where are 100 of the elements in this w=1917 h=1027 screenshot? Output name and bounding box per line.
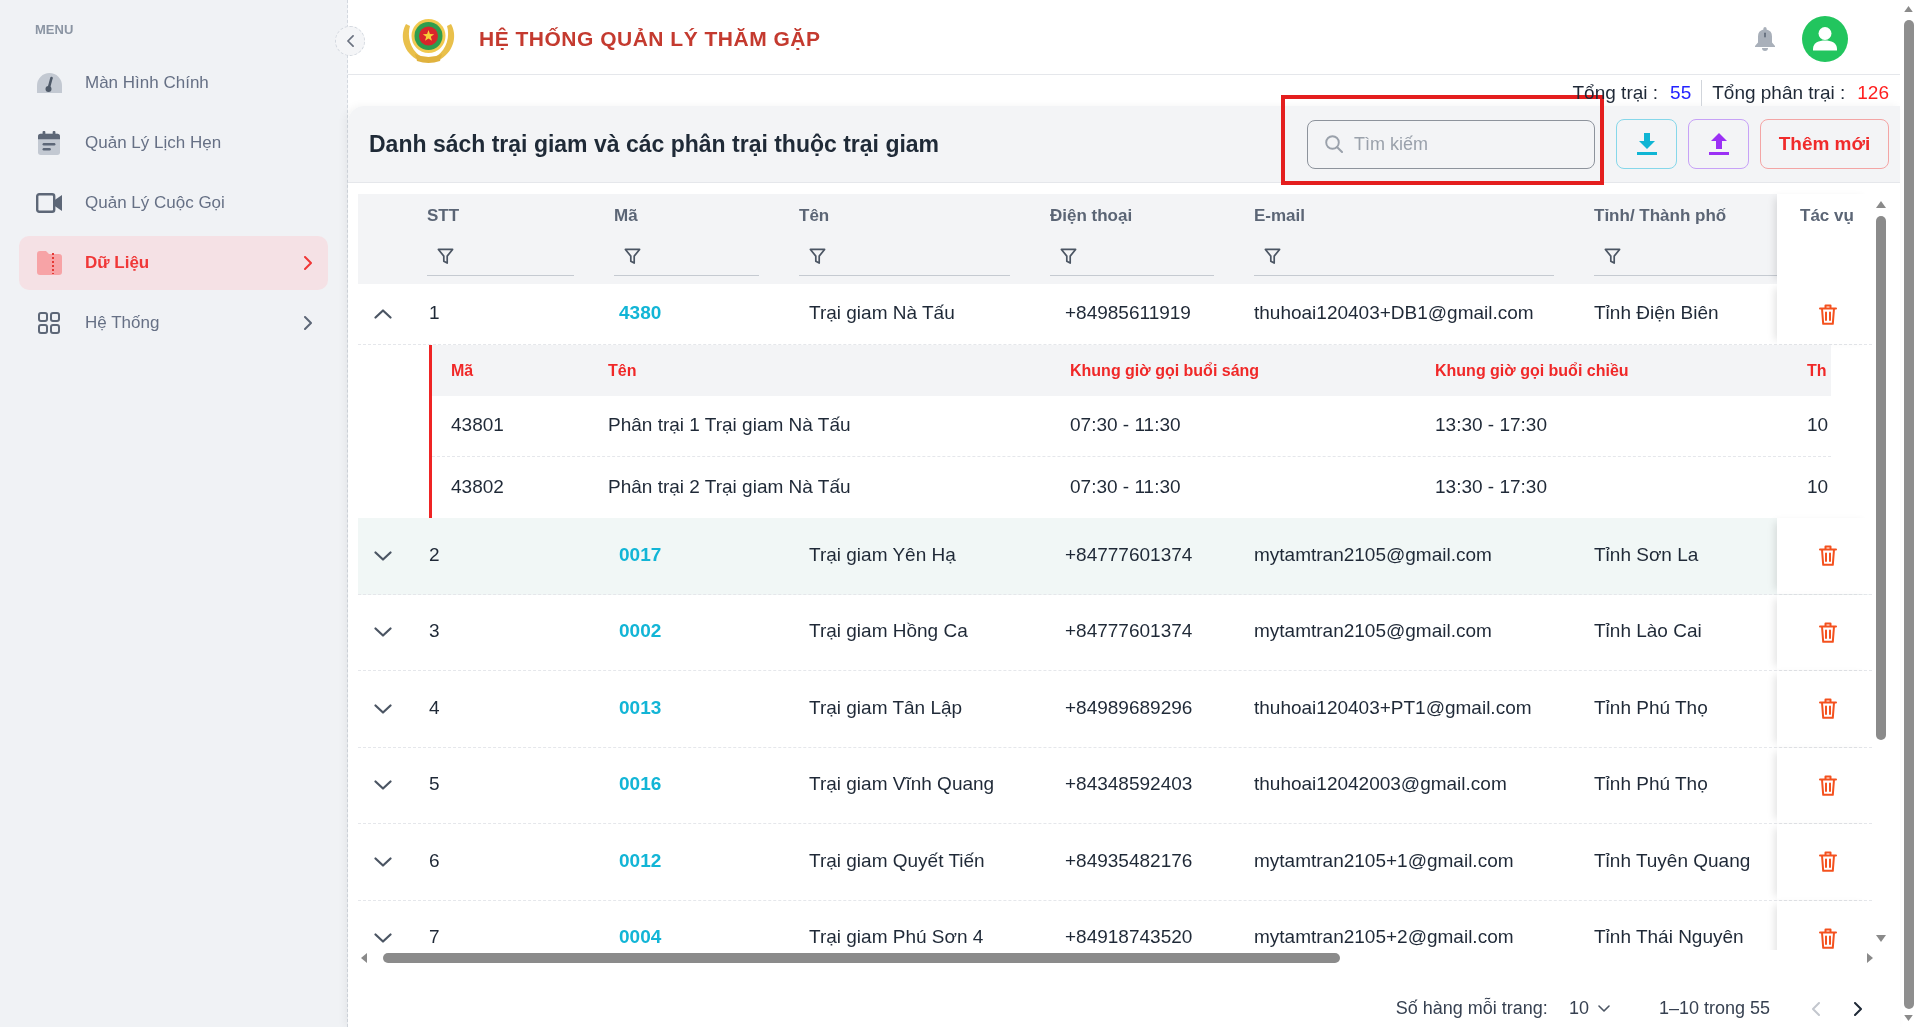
table-cell: Tỉnh Phú Thọ	[1594, 696, 1708, 718]
code-link[interactable]: 0002	[619, 620, 662, 642]
chevron-down-icon[interactable]	[374, 627, 392, 638]
table-cell: Tỉnh Sơn La	[1594, 543, 1699, 565]
sidebar-item[interactable]: Màn Hình Chính	[19, 56, 328, 110]
search-field[interactable]: Tìm kiếm	[1307, 119, 1595, 169]
download-icon	[1636, 133, 1657, 155]
code-link[interactable]: 0004	[619, 926, 662, 948]
sidebar-item[interactable]: Quản Lý Cuộc Gọi	[19, 176, 328, 230]
chevron-down-icon[interactable]	[374, 703, 392, 714]
table-cell: 13:30 - 17:30	[1435, 414, 1547, 435]
column-header: Tỉnh/ Thành phố	[1594, 206, 1727, 226]
grid-icon	[38, 312, 60, 334]
table-cell: thuhoai120403+PT1@gmail.com	[1254, 696, 1532, 718]
column-header: Tên	[799, 206, 830, 226]
sidebar-item[interactable]: Quản Lý Lịch Hẹn	[19, 116, 328, 170]
table-cell: 1	[429, 302, 440, 323]
chevron-left-icon	[346, 35, 354, 47]
table-cell: +84777601374	[1065, 620, 1193, 642]
upload-button[interactable]	[1688, 119, 1749, 169]
scroll-down-icon[interactable]	[1876, 935, 1886, 942]
trash-icon[interactable]	[1819, 927, 1837, 949]
table-cell: Trại giam Phú Sơn 4	[809, 926, 984, 948]
table-cell: 3	[429, 620, 440, 642]
upload-icon	[1708, 133, 1729, 155]
table-cell: 6	[429, 849, 440, 871]
table-cell: 2	[429, 543, 440, 565]
scrollbar-thumb[interactable]	[383, 953, 1340, 963]
table-cell: +84348592403	[1065, 773, 1193, 795]
table-cell: +84918743520	[1065, 926, 1193, 948]
table-cell: Trại giam Vĩnh Quang	[809, 773, 995, 795]
table-cell: 13:30 - 17:30	[1435, 475, 1547, 497]
table-cell: Phân trại 2 Trại giam Nà Tấu	[608, 475, 851, 497]
gauge-icon	[36, 73, 62, 93]
sidebar-heading: MENU	[35, 22, 74, 38]
search-icon	[1325, 134, 1343, 153]
code-link[interactable]: 0017	[619, 543, 662, 565]
trash-icon[interactable]	[1819, 545, 1837, 567]
total-value: 126	[1857, 80, 1889, 105]
scroll-down-icon[interactable]	[1904, 1015, 1913, 1021]
sidebar-item[interactable]: Dữ Liệu	[19, 236, 328, 290]
column-header: Khung giờ gọi buổi sáng	[1070, 361, 1260, 379]
page-range: 1–10 trong 55	[1658, 997, 1770, 1020]
table-cell: mytamtran2105@gmail.com	[1254, 543, 1492, 565]
table-cell: Trại giam Quyết Tiến	[809, 849, 985, 871]
column-header: Điện thoại	[1050, 206, 1133, 226]
table-cell: 5	[429, 773, 440, 795]
scrollbar-thumb[interactable]	[1876, 216, 1886, 740]
table-cell: Phân trại 1 Trại giam Nà Tấu	[608, 414, 851, 435]
chevron-down-icon[interactable]	[374, 550, 392, 561]
trash-icon[interactable]	[1819, 621, 1837, 643]
scroll-up-icon[interactable]	[1904, 6, 1913, 12]
table-cell: thuhoai120403+DB1@gmail.com	[1254, 302, 1534, 323]
bell-icon[interactable]	[1755, 26, 1775, 51]
table-cell: 07:30 - 11:30	[1070, 475, 1181, 497]
video-camera-icon	[36, 193, 62, 213]
table-cell: thuhoai12042003@gmail.com	[1254, 773, 1507, 795]
column-header: Tên	[608, 361, 637, 379]
add-button[interactable]: Thêm mới	[1760, 119, 1889, 169]
table-cell: 4	[429, 696, 440, 718]
chevron-down-icon[interactable]	[374, 856, 392, 867]
table-cell: Trại giam Hồng Ca	[809, 620, 968, 642]
table-cell: +84985611919	[1065, 302, 1191, 323]
table-cell: Trại giam Yên Hạ	[809, 543, 956, 565]
panel-title: Danh sách trại giam và các phân trại thuộc trại giam	[369, 129, 940, 159]
scroll-right-icon[interactable]	[1867, 953, 1873, 963]
calendar-icon	[38, 131, 60, 155]
code-link[interactable]: 0013	[619, 696, 662, 718]
scrollbar-thumb[interactable]	[1903, 20, 1914, 1009]
table-cell: 7	[429, 926, 440, 948]
table-cell: 43801	[451, 414, 504, 435]
code-link[interactable]: 4380	[619, 302, 662, 323]
column-header: Tác vụ	[1800, 206, 1854, 226]
app-title: HỆ THỐNG QUẢN LÝ THĂM GẶP	[479, 25, 821, 52]
table-cell: mytamtran2105@gmail.com	[1254, 620, 1492, 642]
trash-icon[interactable]	[1819, 303, 1837, 325]
chevron-down-icon[interactable]	[374, 933, 392, 944]
scroll-up-icon[interactable]	[1876, 201, 1886, 208]
trash-icon[interactable]	[1819, 851, 1837, 873]
chevron-right-icon[interactable]	[1854, 1001, 1862, 1016]
trash-icon[interactable]	[1819, 698, 1837, 720]
table-cell: +84777601374	[1065, 543, 1193, 565]
total-label: Tổng phân trại :	[1712, 80, 1846, 105]
table-cell: mytamtran2105+2@gmail.com	[1254, 926, 1514, 948]
table-cell: mytamtran2105+1@gmail.com	[1254, 849, 1514, 871]
chevron-down-icon[interactable]	[374, 780, 392, 791]
table-cell: Tỉnh Điện Biên	[1594, 302, 1719, 323]
caret-down-icon	[1597, 1005, 1610, 1012]
trash-icon[interactable]	[1819, 774, 1837, 796]
table-cell: Tỉnh Lào Cai	[1594, 620, 1702, 642]
scroll-left-icon[interactable]	[361, 953, 367, 963]
column-header: Mã	[451, 361, 474, 379]
download-button[interactable]	[1616, 119, 1677, 169]
sidebar-item[interactable]: Hệ Thống	[19, 296, 328, 350]
avatar-icon[interactable]	[1802, 15, 1848, 62]
chevron-up-icon[interactable]	[374, 309, 392, 319]
code-link[interactable]: 0016	[619, 773, 662, 795]
rows-per-page-select[interactable]: 10	[1568, 995, 1610, 1022]
code-link[interactable]: 0012	[619, 849, 662, 871]
table-cell: 10	[1807, 414, 1829, 435]
